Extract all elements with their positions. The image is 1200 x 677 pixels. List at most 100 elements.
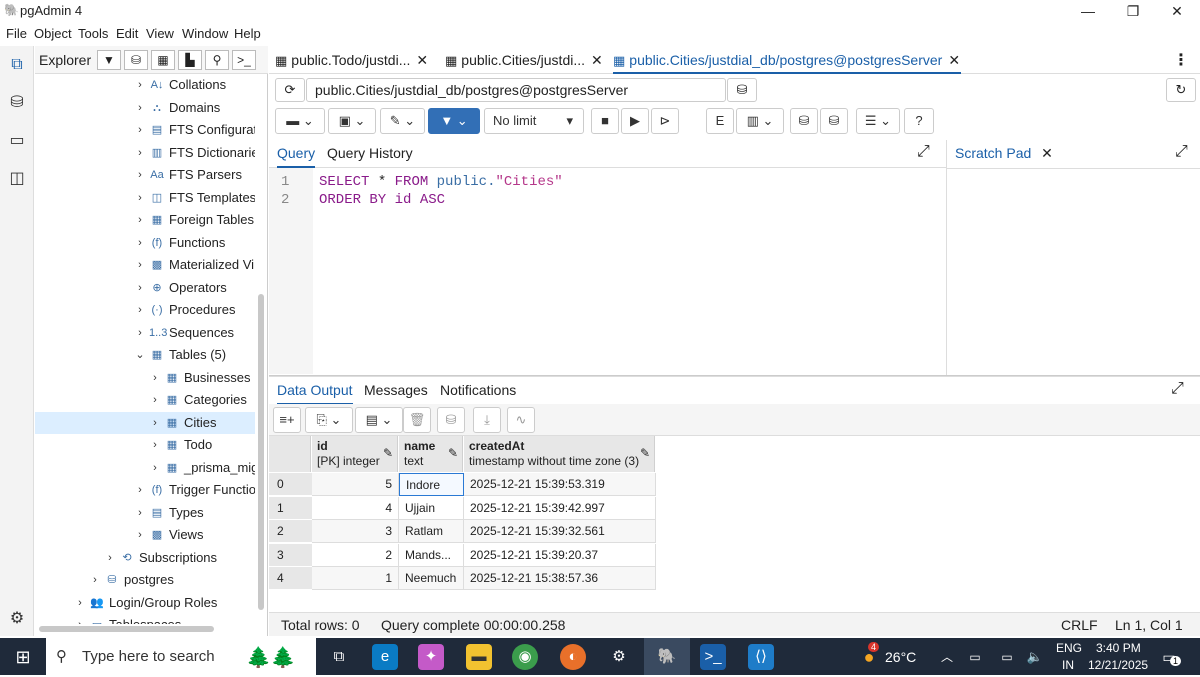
- cell-createdat[interactable]: 2025-12-21 15:39:20.37: [464, 543, 656, 567]
- cell-createdat[interactable]: 2025-12-21 15:38:57.36: [464, 567, 656, 590]
- execute-button[interactable]: ▶: [621, 108, 649, 134]
- explorer-vertical-scrollbar[interactable]: [258, 294, 264, 610]
- tree-item-postgres[interactable]: › ⛁ postgres: [35, 569, 255, 591]
- column-header-createdat[interactable]: createdAt timestamp without time zone (3)…: [464, 436, 655, 472]
- edit-button[interactable]: ✎ ⌄: [380, 108, 425, 134]
- tab-notifications[interactable]: Notifications: [440, 382, 516, 398]
- menu-help[interactable]: Help: [234, 26, 261, 41]
- save-button[interactable]: ▣ ⌄: [328, 108, 376, 134]
- execute-options-button[interactable]: ⊳: [651, 108, 679, 134]
- chevron-right-icon[interactable]: ›: [135, 322, 145, 344]
- maximize-panel-icon[interactable]: ⤢: [917, 143, 930, 161]
- table-view-icon[interactable]: ▦: [151, 50, 175, 70]
- cell-name[interactable]: Ratlam: [399, 520, 464, 543]
- tab-cities-1[interactable]: ▦ public.Cities/justdi... ✕: [445, 46, 607, 74]
- query-tool-icon[interactable]: ⛁: [6, 92, 28, 114]
- cell-createdat[interactable]: 2025-12-21 15:39:32.561: [464, 520, 656, 543]
- chevron-right-icon[interactable]: ›: [135, 164, 145, 186]
- chevron-right-icon[interactable]: ›: [135, 209, 145, 231]
- save-data-icon[interactable]: ⛁: [437, 407, 465, 433]
- search-icon[interactable]: ⚲: [205, 50, 229, 70]
- download-icon[interactable]: ⤓: [473, 407, 501, 433]
- chevron-right-icon[interactable]: ›: [135, 299, 145, 321]
- chevron-right-icon[interactable]: ›: [135, 119, 145, 141]
- tab-messages[interactable]: Messages: [364, 382, 428, 398]
- close-tab-icon[interactable]: ✕: [591, 52, 603, 68]
- chevron-right-icon[interactable]: ›: [135, 524, 145, 546]
- powershell-icon[interactable]: >_: [700, 644, 726, 670]
- connection-status-icon[interactable]: ⟳: [275, 78, 305, 102]
- device-icon[interactable]: ▭: [962, 644, 988, 670]
- cell-id[interactable]: 1: [312, 567, 399, 590]
- chevron-down-icon[interactable]: ⌄: [135, 344, 145, 366]
- column-header-id[interactable]: id [PK] integer ✎: [312, 436, 398, 472]
- close-tab-icon[interactable]: ✕: [416, 52, 428, 68]
- graph-visualiser-icon[interactable]: ∿: [507, 407, 535, 433]
- tree-item-procedures[interactable]: › (·) Procedures: [35, 299, 255, 321]
- taskbar-search[interactable]: ⚲ Type here to search 🌲🌲: [46, 638, 316, 675]
- menu-tools[interactable]: Tools: [78, 26, 108, 41]
- chevron-right-icon[interactable]: ›: [135, 232, 145, 254]
- pgadmin-taskbar-icon[interactable]: 🐘: [644, 638, 690, 675]
- chevron-right-icon[interactable]: ›: [90, 569, 100, 591]
- filter-icon[interactable]: ▼: [97, 50, 121, 70]
- row-number[interactable]: 3: [269, 543, 312, 567]
- connection-select[interactable]: public.Cities/justdial_db/postgres@postg…: [306, 78, 726, 102]
- row-number[interactable]: 2: [269, 520, 312, 543]
- sql-editor[interactable]: SELECT * FROM public."Cities" ORDER BY i…: [319, 174, 919, 374]
- menu-object[interactable]: Object: [34, 26, 72, 41]
- filter-button[interactable]: ▼ ⌄: [428, 108, 480, 134]
- copy-icon[interactable]: ⎘ ⌄: [305, 407, 353, 433]
- macros-button[interactable]: ☰ ⌄: [856, 108, 900, 134]
- database-icon[interactable]: ⛁: [727, 78, 757, 102]
- language-region[interactable]: IN: [1062, 658, 1074, 672]
- tree-item-views[interactable]: › ▩ Views: [35, 524, 255, 546]
- tree-item-subscriptions[interactable]: › ⟲ Subscriptions: [35, 547, 255, 569]
- copilot-icon[interactable]: ✦: [418, 644, 444, 670]
- chevron-right-icon[interactable]: ›: [150, 367, 160, 389]
- clock-time[interactable]: 3:40 PM: [1096, 641, 1141, 655]
- tree-item-operators[interactable]: › ⊕ Operators: [35, 277, 255, 299]
- chevron-right-icon[interactable]: ›: [75, 614, 85, 624]
- tree-item-trigger-functio[interactable]: › (f) Trigger Functio: [35, 479, 255, 501]
- vscode-icon[interactable]: ⟨⟩: [748, 644, 774, 670]
- tree-item-functions[interactable]: › (f) Functions: [35, 232, 255, 254]
- explain-button[interactable]: E: [706, 108, 734, 134]
- cell-name[interactable]: Indore: [399, 473, 464, 496]
- tree-item-fts-configurat[interactable]: › ▤ FTS Configurat: [35, 119, 255, 141]
- task-view-icon[interactable]: ⧉: [326, 644, 352, 670]
- windows-start-icon[interactable]: ⊞: [10, 644, 36, 670]
- tab-cities-active[interactable]: ▦ public.Cities/justdial_db/postgres@post…: [613, 46, 961, 74]
- chevron-right-icon[interactable]: ›: [150, 412, 160, 434]
- tree-item-materialized-vi[interactable]: › ▩ Materialized Vi: [35, 254, 255, 276]
- delete-row-icon[interactable]: 🗑: [403, 407, 431, 433]
- commit-button[interactable]: ⛁: [790, 108, 818, 134]
- chevron-right-icon[interactable]: ›: [135, 479, 145, 501]
- tree-item-foreign-tables[interactable]: › ▦ Foreign Tables: [35, 209, 255, 231]
- language-code[interactable]: ENG: [1056, 641, 1082, 655]
- close-tab-icon[interactable]: ✕: [948, 52, 960, 68]
- tree-item-businesses[interactable]: › ▦ Businesses: [35, 367, 255, 389]
- add-row-icon[interactable]: ≡+: [273, 407, 301, 433]
- tree-item-todo[interactable]: › ▦ Todo: [35, 434, 255, 456]
- cell-id[interactable]: 5: [312, 473, 399, 496]
- psql-tool-icon[interactable]: ▭: [6, 130, 28, 152]
- cell-id[interactable]: 3: [312, 520, 399, 543]
- tab-data-output[interactable]: Data Output: [277, 382, 353, 405]
- open-file-button[interactable]: ▬ ⌄: [275, 108, 325, 134]
- chevron-right-icon[interactable]: ›: [150, 457, 160, 479]
- maximize-panel-icon[interactable]: ⤢: [1171, 380, 1184, 398]
- refresh-icon[interactable]: ↻: [1166, 78, 1196, 102]
- close-scratch-icon[interactable]: ✕: [1041, 145, 1053, 161]
- show-hidden-icons-icon[interactable]: ︿: [934, 644, 960, 670]
- tree-item-collations[interactable]: › A↓ Collations: [35, 74, 255, 96]
- settings-icon[interactable]: ⚙: [606, 644, 632, 670]
- row-number[interactable]: 1: [269, 496, 312, 520]
- explorer-horizontal-scrollbar[interactable]: [39, 626, 214, 632]
- row-number[interactable]: 0: [269, 473, 312, 496]
- maximize-button[interactable]: ❐: [1110, 0, 1156, 22]
- chevron-right-icon[interactable]: ›: [135, 97, 145, 119]
- chevron-right-icon[interactable]: ›: [150, 389, 160, 411]
- chevron-right-icon[interactable]: ›: [135, 187, 145, 209]
- minimize-button[interactable]: —: [1065, 0, 1111, 22]
